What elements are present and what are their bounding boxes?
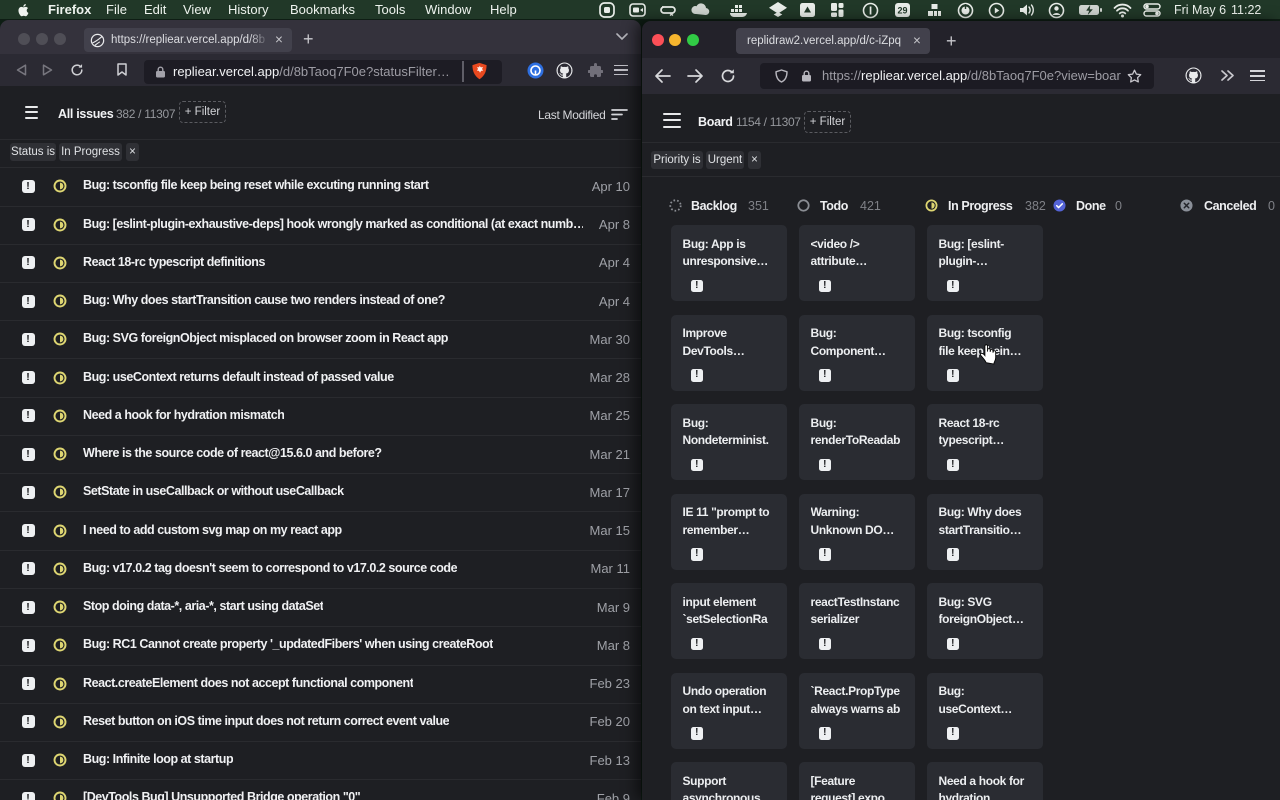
svg-text:29: 29 xyxy=(897,6,907,16)
